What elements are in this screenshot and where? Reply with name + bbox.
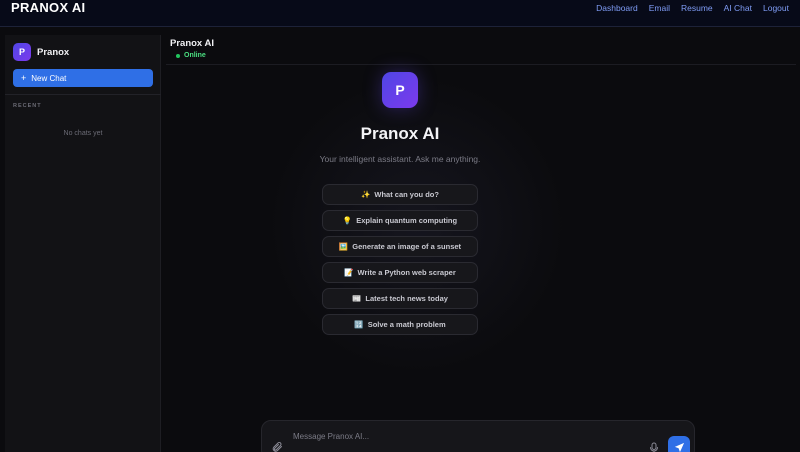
suggestion-generate-image[interactable]: 🖼️ Generate an image of a sunset — [322, 236, 478, 257]
new-chat-button[interactable]: + New Chat — [13, 69, 153, 87]
hero-title: Pranox AI — [360, 124, 440, 143]
status-label: Online — [184, 52, 206, 59]
nav-link-ai-chat[interactable]: AI Chat — [724, 3, 752, 13]
nav-link-dashboard[interactable]: Dashboard — [596, 3, 638, 13]
lightbulb-icon: 💡 — [342, 216, 353, 225]
new-chat-label: New Chat — [31, 73, 67, 83]
suggestion-python-scraper[interactable]: 📝 Write a Python web scraper — [322, 262, 478, 283]
message-composer — [261, 420, 695, 452]
empty-chats-message: No chats yet — [63, 130, 103, 137]
suggestion-tech-news[interactable]: 📰 Latest tech news today — [322, 288, 478, 309]
hero-subtitle: Your intelligent assistant. Ask me anyth… — [319, 154, 481, 164]
suggestion-label: Explain quantum computing — [356, 216, 458, 225]
chat-main: Pranox AI Online P Pranox AI Your intell… — [162, 35, 800, 452]
nav-link-resume[interactable]: Resume — [681, 3, 713, 13]
header-divider — [166, 64, 796, 65]
online-dot-icon — [176, 53, 180, 58]
suggestion-list: ✨ What can you do? 💡 Explain quantum com… — [322, 184, 478, 340]
nav-links: Dashboard Email Resume AI Chat Logout — [585, 3, 789, 13]
suggestion-explain-quantum[interactable]: 💡 Explain quantum computing — [322, 210, 478, 231]
numbers-icon: 🔢 — [354, 320, 364, 329]
chat-header-title: Pranox AI — [170, 38, 214, 49]
send-button[interactable] — [668, 436, 690, 452]
plus-icon: + — [21, 73, 27, 83]
sidebar-divider — [5, 94, 161, 95]
suggestion-label: Write a Python web scraper — [357, 268, 456, 277]
sidebar: P Pranox + New Chat RECENT No chats yet — [5, 35, 161, 452]
sidebar-logo: P — [13, 43, 31, 61]
paperclip-icon[interactable] — [271, 440, 283, 452]
send-icon — [674, 442, 684, 452]
suggestion-label: Solve a math problem — [367, 320, 446, 329]
sparkles-icon: ✨ — [361, 190, 371, 199]
top-nav: PRANOX AI Dashboard Email Resume AI Chat… — [0, 0, 800, 27]
newspaper-icon: 📰 — [352, 294, 362, 303]
sidebar-title: Pranox — [37, 46, 70, 58]
suggestion-what-can-you-do[interactable]: ✨ What can you do? — [322, 184, 478, 205]
suggestion-label: What can you do? — [374, 190, 439, 199]
suggestion-math-problem[interactable]: 🔢 Solve a math problem — [322, 314, 478, 335]
message-input[interactable] — [293, 430, 633, 442]
suggestion-label: Latest tech news today — [365, 294, 448, 303]
recent-heading: RECENT — [13, 103, 42, 109]
image-icon: 🖼️ — [338, 242, 349, 251]
nav-link-email[interactable]: Email — [649, 3, 670, 13]
brand-logo[interactable]: PRANOX AI — [11, 0, 85, 15]
microphone-icon[interactable] — [649, 441, 659, 452]
assistant-logo: P — [382, 72, 418, 108]
sidebar-header: P Pranox — [13, 43, 69, 61]
status-indicator: Online — [176, 52, 206, 59]
suggestion-label: Generate an image of a sunset — [352, 242, 462, 251]
memo-icon: 📝 — [344, 268, 354, 277]
nav-link-logout[interactable]: Logout — [763, 3, 789, 13]
